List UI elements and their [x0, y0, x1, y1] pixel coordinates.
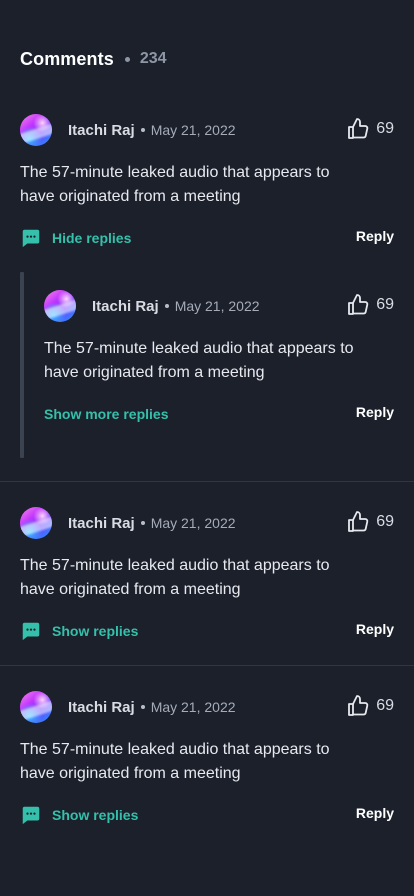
avatar[interactable]: [20, 114, 52, 146]
thumbs-up-icon[interactable]: [346, 293, 370, 317]
comment-body: The 57-minute leaked audio that appears …: [20, 557, 330, 598]
comment-author[interactable]: Itachi Raj: [68, 122, 135, 139]
comment-actions: Hide replies Reply: [20, 225, 394, 251]
comment-divider: [0, 665, 414, 666]
reply-button[interactable]: Reply: [356, 404, 394, 420]
comment-actions: Show replies Reply: [20, 802, 394, 828]
comment-item: Itachi Raj May 21, 2022 69 The 57-minute…: [20, 506, 394, 644]
comment-item: Itachi Raj May 21, 2022 69 The 57-minute…: [20, 113, 394, 251]
reply-item: Itachi Raj May 21, 2022 69 The 57-minute…: [44, 289, 394, 427]
like-count: 69: [376, 120, 394, 137]
reply-button[interactable]: Reply: [356, 805, 394, 821]
comment-date: May 21, 2022: [150, 699, 236, 715]
message-square-icon: [22, 806, 40, 825]
like-button[interactable]: 69: [346, 694, 394, 718]
like-button[interactable]: 69: [346, 510, 394, 534]
replies-toggle-label: Hide replies: [52, 230, 132, 246]
avatar[interactable]: [44, 290, 76, 322]
comment-header: Itachi Raj May 21, 2022 69: [20, 506, 394, 540]
comment-date: May 21, 2022: [150, 122, 236, 138]
show-replies-button[interactable]: Show replies: [20, 804, 138, 826]
show-more-replies-button[interactable]: Show more replies: [44, 406, 168, 422]
like-count: 69: [376, 697, 394, 714]
avatar[interactable]: [20, 691, 52, 723]
comment-author[interactable]: Itachi Raj: [68, 699, 135, 716]
like-count: 69: [376, 296, 394, 313]
meta-separator-dot: [164, 304, 169, 308]
comment-actions: Show replies Reply: [20, 618, 394, 644]
reply-button[interactable]: Reply: [356, 621, 394, 637]
comment-body: The 57-minute leaked audio that appears …: [20, 164, 330, 205]
comment-header: Itachi Raj May 21, 2022 69: [20, 113, 394, 147]
comment-body: The 57-minute leaked audio that appears …: [20, 741, 330, 782]
show-replies-button[interactable]: Show replies: [20, 620, 138, 642]
comment-author[interactable]: Itachi Raj: [68, 515, 135, 532]
meta-separator-dot: [140, 705, 145, 709]
comment-header: Itachi Raj May 21, 2022 69: [20, 690, 394, 724]
reply-header: Itachi Raj May 21, 2022 69: [44, 289, 394, 323]
header-separator-dot: [124, 56, 130, 62]
message-square-icon: [22, 229, 40, 248]
comments-count: 234: [139, 50, 167, 67]
message-square-icon: [22, 622, 40, 641]
thumbs-up-icon[interactable]: [346, 510, 370, 534]
comment-divider: [0, 481, 414, 482]
like-button[interactable]: 69: [346, 293, 394, 317]
thumbs-up-icon[interactable]: [346, 694, 370, 718]
reply-date: May 21, 2022: [174, 298, 260, 314]
like-button[interactable]: 69: [346, 117, 394, 141]
meta-separator-dot: [140, 128, 145, 132]
reply-author[interactable]: Itachi Raj: [92, 298, 159, 315]
comment-item: Itachi Raj May 21, 2022 69 The 57-minute…: [20, 690, 394, 828]
hide-replies-button[interactable]: Hide replies: [20, 227, 131, 249]
comments-header: Comments 234: [20, 47, 167, 71]
replies-toggle-label: Show replies: [52, 623, 139, 639]
avatar[interactable]: [20, 507, 52, 539]
meta-separator-dot: [140, 521, 145, 525]
reply-body: The 57-minute leaked audio that appears …: [44, 340, 354, 381]
comments-title: Comments: [20, 48, 114, 69]
reply-actions: Show more replies Reply: [44, 401, 394, 427]
reply-button[interactable]: Reply: [356, 228, 394, 244]
reply-thread-line: [20, 272, 24, 458]
comment-date: May 21, 2022: [150, 515, 236, 531]
thumbs-up-icon[interactable]: [346, 117, 370, 141]
comments-screen: Comments 234 Itachi Raj May 21, 2022 69 …: [0, 0, 414, 896]
like-count: 69: [376, 513, 394, 530]
replies-toggle-label: Show replies: [52, 807, 139, 823]
